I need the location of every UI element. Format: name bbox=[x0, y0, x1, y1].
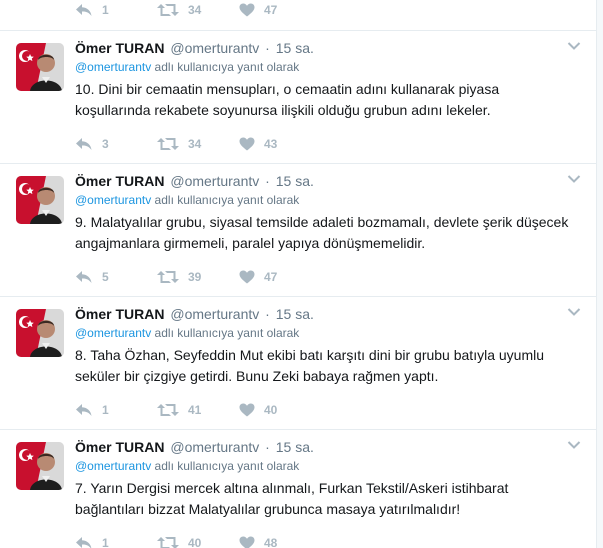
author-handle[interactable]: @omerturantv bbox=[170, 40, 259, 56]
retweet-button[interactable]: 39 bbox=[157, 270, 239, 284]
tweet-text: 8. Taha Özhan, Seyfeddin Mut ekibi batı … bbox=[75, 347, 544, 384]
reply-icon bbox=[76, 138, 92, 150]
retweet-count: 34 bbox=[188, 3, 202, 17]
reply-mention-link[interactable]: @omerturantv bbox=[75, 60, 151, 74]
heart-icon bbox=[239, 536, 255, 548]
avatar[interactable] bbox=[16, 442, 64, 490]
replying-to-label: adlı kullanıcıya yanıt olarak bbox=[151, 60, 300, 74]
heart-icon bbox=[239, 270, 255, 284]
author-name[interactable]: Ömer TURAN bbox=[75, 40, 164, 56]
tweet-actions: 1 40 48 bbox=[75, 533, 319, 548]
heart-icon bbox=[239, 3, 255, 17]
author-name[interactable]: Ömer TURAN bbox=[75, 306, 164, 322]
retweet-count: 34 bbox=[188, 137, 202, 151]
tweet[interactable]: Ömer TURAN @omerturantv · 15 sa. @omertu… bbox=[0, 163, 597, 296]
retweet-button[interactable]: 40 bbox=[157, 536, 239, 548]
reply-count: 1 bbox=[102, 403, 109, 417]
retweet-icon bbox=[157, 537, 179, 548]
tweet-text: 9. Malatyalılar grubu, siyasal temsilde … bbox=[75, 214, 569, 251]
tweet-timestamp[interactable]: 15 sa. bbox=[276, 173, 314, 189]
reply-button[interactable]: 1 bbox=[75, 403, 157, 417]
tweet-timestamp[interactable]: 15 sa. bbox=[276, 40, 314, 56]
scrollbar-thumb[interactable] bbox=[597, 0, 603, 548]
reply-count: 1 bbox=[102, 536, 109, 548]
retweet-icon bbox=[157, 404, 179, 416]
reply-count: 1 bbox=[102, 3, 109, 17]
reply-icon bbox=[76, 404, 92, 416]
retweet-count: 40 bbox=[188, 536, 202, 548]
like-button[interactable]: 40 bbox=[239, 403, 319, 417]
retweet-count: 39 bbox=[188, 270, 202, 284]
reply-count: 3 bbox=[102, 137, 109, 151]
tweet-actions: 3 34 43 bbox=[75, 134, 319, 154]
like-button[interactable]: 47 bbox=[239, 3, 319, 17]
separator-dot: · bbox=[265, 439, 270, 455]
retweet-button[interactable]: 41 bbox=[157, 403, 239, 417]
avatar[interactable] bbox=[16, 43, 64, 91]
avatar[interactable] bbox=[16, 176, 64, 224]
retweet-button[interactable]: 34 bbox=[157, 137, 239, 151]
retweet-icon bbox=[157, 138, 179, 150]
tweet-actions: 5 39 47 bbox=[75, 267, 319, 287]
like-count: 48 bbox=[264, 536, 278, 548]
replying-to-label: adlı kullanıcıya yanıt olarak bbox=[151, 326, 300, 340]
tweet-timestamp[interactable]: 15 sa. bbox=[276, 306, 314, 322]
retweet-icon bbox=[157, 271, 179, 283]
reply-mention-link[interactable]: @omerturantv bbox=[75, 193, 151, 207]
tweet[interactable]: Ömer TURAN @omerturantv · 15 sa. @omertu… bbox=[0, 30, 597, 163]
like-button[interactable]: 48 bbox=[239, 536, 319, 548]
author-name[interactable]: Ömer TURAN bbox=[75, 173, 164, 189]
chevron-down-icon[interactable] bbox=[567, 307, 581, 317]
reply-mention-link[interactable]: @omerturantv bbox=[75, 326, 151, 340]
reply-button[interactable]: 1 bbox=[75, 3, 157, 17]
like-button[interactable]: 43 bbox=[239, 137, 319, 151]
replying-to-line: @omerturantv adlı kullanıcıya yanıt olar… bbox=[75, 458, 299, 474]
chevron-down-icon[interactable] bbox=[567, 440, 581, 450]
tweet-actions: 1 41 40 bbox=[75, 400, 319, 420]
reply-button[interactable]: 5 bbox=[75, 270, 157, 284]
chevron-down-icon[interactable] bbox=[567, 174, 581, 184]
like-count: 43 bbox=[264, 137, 278, 151]
author-handle[interactable]: @omerturantv bbox=[170, 306, 259, 322]
reply-icon bbox=[76, 537, 92, 548]
tweet[interactable]: Ömer TURAN @omerturantv · 15 sa. @omertu… bbox=[0, 296, 597, 429]
heart-icon bbox=[239, 137, 255, 151]
chevron-down-icon[interactable] bbox=[567, 41, 581, 51]
reply-mention-link[interactable]: @omerturantv bbox=[75, 459, 151, 473]
replying-to-line: @omerturantv adlı kullanıcıya yanıt olar… bbox=[75, 59, 299, 75]
tweet-text: 10. Dini bir cemaatin mensupları, o cema… bbox=[75, 81, 500, 118]
reply-icon bbox=[76, 271, 92, 283]
reply-count: 5 bbox=[102, 270, 109, 284]
avatar[interactable] bbox=[16, 309, 64, 357]
reply-button[interactable]: 1 bbox=[75, 536, 157, 548]
like-button[interactable]: 47 bbox=[239, 270, 319, 284]
reply-button[interactable]: 3 bbox=[75, 137, 157, 151]
tweet-text: 7. Yarın Dergisi mercek altına alınmalı,… bbox=[75, 480, 509, 517]
heart-icon bbox=[239, 403, 255, 417]
replying-to-label: adlı kullanıcıya yanıt olarak bbox=[151, 459, 300, 473]
like-count: 47 bbox=[264, 270, 278, 284]
retweet-button[interactable]: 34 bbox=[157, 3, 239, 17]
tweet-actions: 1 34 47 bbox=[75, 0, 319, 20]
reply-icon bbox=[76, 4, 92, 16]
retweet-icon bbox=[157, 4, 179, 16]
replying-to-label: adlı kullanıcıya yanıt olarak bbox=[151, 193, 300, 207]
separator-dot: · bbox=[265, 173, 270, 189]
tweet-timestamp[interactable]: 15 sa. bbox=[276, 439, 314, 455]
timeline: 1 34 47 Ömer TURAN @omerturantv · 15 sa.… bbox=[0, 0, 597, 548]
like-count: 47 bbox=[264, 3, 278, 17]
author-name[interactable]: Ömer TURAN bbox=[75, 439, 164, 455]
like-count: 40 bbox=[264, 403, 278, 417]
separator-dot: · bbox=[265, 40, 270, 56]
replying-to-line: @omerturantv adlı kullanıcıya yanıt olar… bbox=[75, 325, 299, 341]
author-handle[interactable]: @omerturantv bbox=[170, 439, 259, 455]
replying-to-line: @omerturantv adlı kullanıcıya yanıt olar… bbox=[75, 192, 299, 208]
tweet[interactable]: Ömer TURAN @omerturantv · 15 sa. @omertu… bbox=[0, 429, 597, 548]
separator-dot: · bbox=[265, 306, 270, 322]
retweet-count: 41 bbox=[188, 403, 202, 417]
author-handle[interactable]: @omerturantv bbox=[170, 173, 259, 189]
scrollbar[interactable] bbox=[597, 0, 603, 548]
